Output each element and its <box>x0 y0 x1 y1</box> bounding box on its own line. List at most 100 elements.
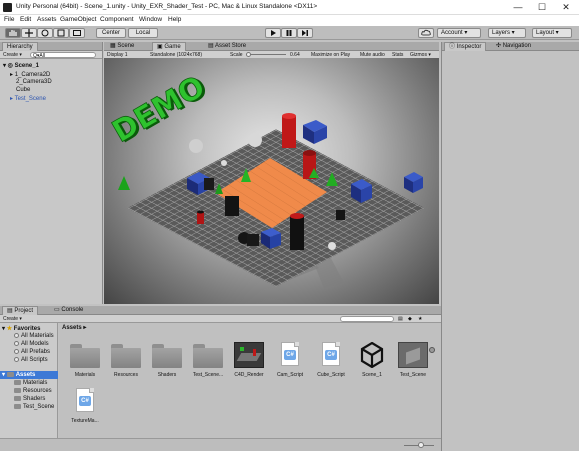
scale-slider-track[interactable] <box>246 54 286 55</box>
rect-tool-button[interactable] <box>69 28 85 38</box>
scene-name: Scene_1 <box>14 63 39 69</box>
tab-asset-store[interactable]: ▤ Asset Store <box>204 42 250 51</box>
cylinder-top <box>282 113 296 119</box>
hierarchy-item-cube[interactable]: Cube <box>16 87 30 93</box>
menu-assets[interactable]: Assets <box>37 16 57 23</box>
step-button[interactable] <box>297 28 313 38</box>
tree-folder-resources[interactable]: Resources <box>14 388 52 394</box>
black-cube <box>204 178 214 190</box>
pivot-center-toggle[interactable]: Center <box>96 28 126 38</box>
menu-bar: File Edit Assets GameObject Component Wi… <box>0 15 579 26</box>
tree-folder-shaders[interactable]: Shaders <box>14 396 45 402</box>
menu-component[interactable]: Component <box>100 16 134 23</box>
project-create-button[interactable]: Create ▾ <box>3 316 22 322</box>
favorite-all-materials[interactable]: All Materials <box>14 333 54 339</box>
pivot-local-toggle[interactable]: Local <box>128 28 158 38</box>
project-search-input[interactable] <box>340 316 394 322</box>
inspector-panel-lower <box>441 304 579 451</box>
filter-type-icon[interactable]: ▤ <box>398 316 403 322</box>
cylinder-top <box>197 210 204 214</box>
search-icon <box>14 333 19 338</box>
pause-button[interactable] <box>281 28 297 38</box>
csharp-script-icon: C# <box>281 342 299 366</box>
item-label: Resources <box>23 388 52 395</box>
step-icon <box>302 30 308 36</box>
preview-play-icon[interactable] <box>429 347 435 353</box>
item-label: All Materials <box>21 333 54 340</box>
favorite-all-prefabs[interactable]: All Prefabs <box>14 349 50 355</box>
pause-icon <box>286 30 292 36</box>
menu-file[interactable]: File <box>4 16 14 23</box>
hierarchy-search-input[interactable]: Q▾All <box>30 52 96 59</box>
assets-folder-selected[interactable]: ▾ Assets <box>0 371 58 379</box>
hierarchy-panel: Hierarchy Create ▾ Q▾All ▾ ◎ Scene_1 ▸ 1… <box>0 42 103 304</box>
cylinder-top <box>290 213 304 219</box>
hand-tool-button[interactable] <box>5 28 21 38</box>
asset-label: Test_Scene <box>399 372 427 378</box>
tree-folder-materials[interactable]: Materials <box>14 380 47 386</box>
tab-scene[interactable]: ▦ Scene <box>106 42 138 51</box>
folder-icon <box>6 371 14 377</box>
tree-folder-test-scene[interactable]: Test_Scene <box>14 404 54 410</box>
title-bar: Unity Personal (64bit) - Scene_1.unity -… <box>0 0 579 15</box>
rotate-icon <box>41 29 49 37</box>
favorite-all-models[interactable]: All Models <box>14 341 49 347</box>
scene-root[interactable]: ▾ ◎ Scene_1 <box>3 62 39 69</box>
rotate-tool-button[interactable] <box>37 28 53 38</box>
asset-label: Cam_Script <box>276 372 304 378</box>
unity-app-icon <box>3 3 12 12</box>
tab-label: Scene <box>117 43 135 49</box>
asset-label: Scene_1 <box>362 372 382 378</box>
layout-dropdown[interactable]: Layout ▾ <box>532 28 572 38</box>
hierarchy-item-test-scene[interactable]: ▸ Test_Scene <box>10 95 46 102</box>
hierarchy-item-camera3d[interactable]: 2_Camera3D <box>16 79 52 85</box>
inspector-panel: ⓘ Inspector ✣ Navigation <box>441 42 579 304</box>
asset-grid: Assets ▸ Materials Resources Shaders Tes… <box>59 323 441 438</box>
favorite-star-icon[interactable]: ★ <box>418 316 422 322</box>
asset-label: Cube_Script <box>317 372 345 378</box>
scale-slider-handle[interactable] <box>246 52 251 57</box>
tab-navigation[interactable]: ✣ Navigation <box>492 42 535 51</box>
tab-hierarchy[interactable]: Hierarchy <box>2 42 38 51</box>
asset-label: TextureMa... <box>71 418 99 424</box>
hierarchy-item-camera2d[interactable]: ▸ 1_Camera2D <box>10 71 50 78</box>
icon-size-slider-handle[interactable] <box>418 442 424 448</box>
menu-help[interactable]: Help <box>168 16 181 23</box>
rect-tool-icon <box>73 30 81 36</box>
play-button[interactable] <box>265 28 281 38</box>
game-render: DEMO DEMO <box>106 69 425 288</box>
tab-game[interactable]: ▣ Game <box>152 42 186 51</box>
tab-label: Asset Store <box>215 43 247 49</box>
folder-icon <box>111 344 141 368</box>
item-label: Shaders <box>23 396 46 403</box>
minimize-button[interactable]: — <box>506 0 530 15</box>
tab-console[interactable]: ▭ Console <box>50 306 87 315</box>
breadcrumb[interactable]: Assets ▸ <box>62 324 86 331</box>
tab-inspector[interactable]: ⓘ Inspector <box>444 42 487 51</box>
folder-icon <box>14 396 21 401</box>
scale-tool-button[interactable] <box>53 28 69 38</box>
white-sphere <box>248 133 262 147</box>
menu-window[interactable]: Window <box>139 16 162 23</box>
green-cone <box>118 176 130 190</box>
account-dropdown[interactable]: Account ▾ <box>437 28 481 38</box>
maximize-button[interactable]: ☐ <box>530 0 554 15</box>
menu-edit[interactable]: Edit <box>20 16 31 23</box>
tab-project[interactable]: ▤ Project <box>2 306 39 315</box>
menu-gameobject[interactable]: GameObject <box>60 16 97 23</box>
favorite-all-scripts[interactable]: All Scripts <box>14 357 48 363</box>
favorites-header[interactable]: ▾ ★ Favorites <box>2 325 40 332</box>
close-button[interactable]: ✕ <box>554 0 578 15</box>
hierarchy-create-button[interactable]: Create ▾ <box>3 52 22 58</box>
csharp-script-icon: C# <box>322 342 340 366</box>
filter-label-icon[interactable]: ◆ <box>408 316 412 322</box>
cloud-button[interactable] <box>418 28 434 38</box>
assets-label: Assets <box>15 372 36 378</box>
asset-label: Test_Scene... <box>192 372 224 378</box>
item-label: Materials <box>23 380 48 387</box>
blue-cube <box>303 120 327 144</box>
layers-dropdown[interactable]: Layers ▾ <box>488 28 526 38</box>
game-view[interactable]: DEMO DEMO <box>104 58 439 304</box>
tab-label: Game <box>164 44 181 50</box>
move-tool-button[interactable] <box>21 28 37 38</box>
